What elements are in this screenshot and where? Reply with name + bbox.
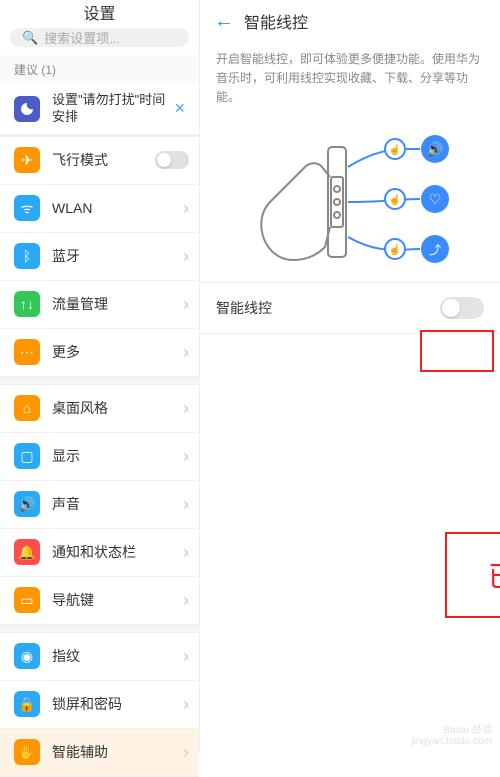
settings-title: 设置 xyxy=(0,0,199,24)
item-label: 飞行模式 xyxy=(52,150,155,170)
list-item[interactable]: ⋯ 更多› xyxy=(0,329,199,377)
annotation-box-toggle xyxy=(420,330,494,372)
item-label: 智能辅助 xyxy=(52,742,183,762)
item-label: WLAN xyxy=(52,200,183,216)
settings-left-pane: 设置 🔍 搜索设置项... 建议 (1) 设置"请勿打扰"时间安排 × ✈ 飞行模… xyxy=(0,0,200,753)
chevron-right-icon: › xyxy=(183,542,189,563)
chevron-right-icon: › xyxy=(183,246,189,267)
item-label: 流量管理 xyxy=(52,294,183,314)
close-icon[interactable]: × xyxy=(170,98,189,119)
annotation-label: 已关闭 xyxy=(488,555,500,595)
search-input[interactable]: 🔍 搜索设置项... xyxy=(10,28,189,47)
list-item[interactable]: ▭ 导航键› xyxy=(0,577,199,625)
switch-label: 智能线控 xyxy=(216,298,272,318)
watermark: Baidu 经验 jingyan.baidu.com xyxy=(411,725,492,747)
item-label: 通知和状态栏 xyxy=(52,542,183,562)
chevron-right-icon: › xyxy=(183,494,189,515)
chevron-right-icon: › xyxy=(183,398,189,419)
list-item[interactable]: ▢ 显示› xyxy=(0,433,199,481)
moon-icon xyxy=(14,96,40,122)
list-item[interactable]: ✈ 飞行模式 xyxy=(0,137,199,185)
chevron-right-icon: › xyxy=(183,646,189,667)
svg-text:⤴: ⤴ xyxy=(429,242,441,257)
list-item[interactable]: ↑↓ 流量管理› xyxy=(0,281,199,329)
svg-text:☝: ☝ xyxy=(389,193,401,206)
svg-text:☝: ☝ xyxy=(389,243,401,256)
item-label: 指纹 xyxy=(52,646,183,666)
item-label: 更多 xyxy=(52,342,183,362)
chevron-right-icon: › xyxy=(183,694,189,715)
list-item[interactable]: 🔒 锁屏和密码› xyxy=(0,681,199,729)
separator xyxy=(0,625,199,633)
item-label: 锁屏和密码 xyxy=(52,694,183,714)
settings-list: ✈飞行模式ᯤWLAN›ᛒ蓝牙›↑↓流量管理›⋯更多›⌂桌面风格›▢显示›🔊声音›… xyxy=(0,137,199,777)
chevron-right-icon: › xyxy=(183,198,189,219)
list-item[interactable]: ⌂ 桌面风格› xyxy=(0,385,199,433)
detail-title: 智能线控 xyxy=(244,9,308,33)
display-icon: ▢ xyxy=(14,443,40,469)
smart-headset-switch-row: 智能线控 xyxy=(200,282,500,334)
list-item[interactable]: ◉ 指纹› xyxy=(0,633,199,681)
suggestion-section-label: 建议 (1) xyxy=(0,55,199,84)
nav-icon: ▭ xyxy=(14,587,40,613)
detail-right-pane: ← 智能线控 开启智能线控，即可体验更多便捷功能。使用华为音乐时，可利用线控实现… xyxy=(200,0,500,753)
wifi-icon: ᯤ xyxy=(14,195,40,221)
suggestion-item[interactable]: 设置"请勿打扰"时间安排 × xyxy=(0,84,199,135)
toggle[interactable] xyxy=(155,151,189,169)
annotation-label-box: 已关闭 xyxy=(445,532,500,618)
chevron-right-icon: › xyxy=(183,342,189,363)
svg-text:🔊: 🔊 xyxy=(426,140,443,158)
fingerprint-icon: ◉ xyxy=(14,643,40,669)
illustration: ☝ ☝ ☝ 🔊 ♡ ⤴ xyxy=(200,122,500,282)
sound-icon: 🔊 xyxy=(14,491,40,517)
list-item[interactable]: 🔊 声音› xyxy=(0,481,199,529)
hand-icon: ✋ xyxy=(14,739,40,765)
data-icon: ↑↓ xyxy=(14,291,40,317)
more-icon: ⋯ xyxy=(14,339,40,365)
list-item[interactable]: 🔔 通知和状态栏› xyxy=(0,529,199,577)
bluetooth-icon: ᛒ xyxy=(14,243,40,269)
bell-icon: 🔔 xyxy=(14,539,40,565)
svg-text:☝: ☝ xyxy=(389,143,401,156)
search-placeholder: 搜索设置项... xyxy=(44,28,120,47)
item-label: 蓝牙 xyxy=(52,246,183,266)
item-label: 桌面风格 xyxy=(52,398,183,418)
detail-header: ← 智能线控 xyxy=(200,0,500,42)
chevron-right-icon: › xyxy=(183,446,189,467)
smart-headset-toggle[interactable] xyxy=(440,297,484,319)
item-label: 声音 xyxy=(52,494,183,514)
item-label: 显示 xyxy=(52,446,183,466)
item-label: 导航键 xyxy=(52,590,183,610)
home-icon: ⌂ xyxy=(14,395,40,421)
search-icon: 🔍 xyxy=(22,30,38,46)
airplane-icon: ✈ xyxy=(14,147,40,173)
lock-icon: 🔒 xyxy=(14,691,40,717)
separator xyxy=(0,377,199,385)
svg-text:♡: ♡ xyxy=(429,191,442,207)
chevron-right-icon: › xyxy=(183,294,189,315)
suggestion-text: 设置"请勿打扰"时间安排 xyxy=(52,92,170,126)
chevron-right-icon: › xyxy=(183,590,189,611)
list-item[interactable]: ᯤ WLAN› xyxy=(0,185,199,233)
list-item[interactable]: ᛒ 蓝牙› xyxy=(0,233,199,281)
chevron-right-icon: › xyxy=(183,742,189,763)
detail-description: 开启智能线控，即可体验更多便捷功能。使用华为音乐时，可利用线控实现收藏、下载、分… xyxy=(200,42,500,122)
back-arrow-icon[interactable]: ← xyxy=(214,10,234,33)
